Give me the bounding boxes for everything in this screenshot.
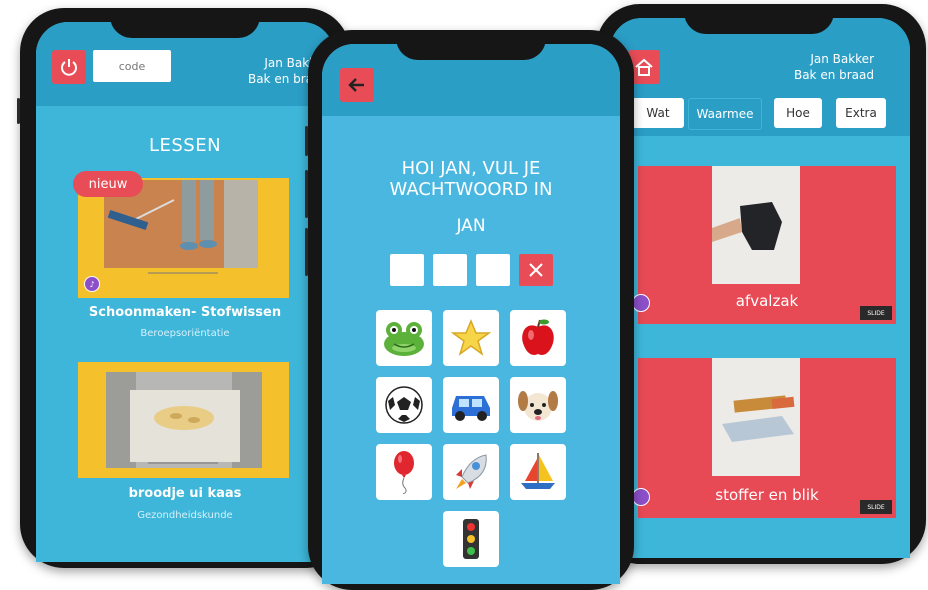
frog-icon <box>384 322 424 356</box>
power-icon <box>61 59 77 76</box>
soccer-ball-button[interactable] <box>376 377 432 433</box>
login-greeting: HOI JAN, VUL JE WACHTWOORD IN <box>322 158 620 200</box>
tab-wat[interactable]: Wat <box>632 98 684 128</box>
car-button[interactable] <box>443 377 499 433</box>
apple-button[interactable] <box>510 310 566 366</box>
tab-hoe[interactable]: Hoe <box>774 98 822 128</box>
phone-notch <box>396 30 546 60</box>
star-icon <box>451 319 491 356</box>
phone-notch <box>110 8 260 38</box>
phone-notch <box>684 4 834 34</box>
logout-button[interactable] <box>52 50 86 84</box>
phone-side-button <box>17 98 20 124</box>
rocket-icon <box>456 454 487 489</box>
rocket-button[interactable] <box>443 444 499 500</box>
greeting-line: WACHTWOORD IN <box>389 179 553 200</box>
lesson-photo <box>106 372 262 468</box>
dog-button[interactable] <box>510 377 566 433</box>
traffic-light-icon <box>463 519 479 559</box>
login-name: JAN <box>456 216 486 236</box>
close-icon <box>529 263 543 277</box>
tab-waarmee[interactable]: Waarmee <box>688 98 762 130</box>
sailboat-icon <box>521 453 555 489</box>
phone-side-button <box>305 126 308 156</box>
balloon-icon <box>394 451 414 494</box>
tab-extra[interactable]: Extra <box>836 98 886 128</box>
balloon-button[interactable] <box>376 444 432 500</box>
phone-side-button <box>305 170 308 218</box>
lesson-caption-line <box>148 462 218 464</box>
arrow-left-icon <box>348 78 364 92</box>
user-group: Bak en braad <box>793 68 874 82</box>
pin-slot <box>476 254 510 286</box>
pin-slot <box>390 254 424 286</box>
slide-badge: SLIDE <box>860 500 892 514</box>
star-button[interactable] <box>443 310 499 366</box>
lesson-subtitle: Gezondheidskunde <box>137 510 233 521</box>
phone-lessons: Jan Bakker Bak en braad LESSEN nieuw ♪ <box>17 8 350 568</box>
words-header: Jan Bakker Bak en braad Wat Waarmee Hoe … <box>610 18 910 136</box>
login-screen: HOI JAN, VUL JE WACHTWOORD IN JAN <box>322 44 620 584</box>
soccer-ball-icon <box>385 386 423 424</box>
word-card[interactable]: stoffer en blik SLIDE <box>632 358 896 518</box>
lesson-title[interactable]: broodje ui kaas <box>36 486 334 501</box>
phone-side-button <box>305 228 308 276</box>
dog-icon <box>518 391 558 421</box>
user-name: Jan Bakker <box>810 52 874 66</box>
greeting-line: HOI JAN, VUL JE <box>401 158 541 179</box>
lesson-subtitle: Beroepsoriëntatie <box>140 328 230 339</box>
phone-login: HOI JAN, VUL JE WACHTWOORD IN JAN <box>305 30 634 590</box>
slide-badge: SLIDE <box>860 306 892 320</box>
word-label: stoffer en blik <box>715 486 819 504</box>
frog-button[interactable] <box>376 310 432 366</box>
apple-icon <box>522 319 554 355</box>
word-label: afvalzak <box>735 292 799 310</box>
word-photo <box>712 358 800 476</box>
lessons-title: LESSEN <box>148 135 222 156</box>
music-note-icon: ♪ <box>84 276 100 292</box>
lesson-caption-line <box>148 272 218 274</box>
lessons-screen: Jan Bakker Bak en braad LESSEN nieuw ♪ <box>36 22 334 562</box>
phone-words: Jan Bakker Bak en braad Wat Waarmee Hoe … <box>596 4 926 564</box>
home-icon <box>635 58 653 76</box>
car-icon <box>452 396 490 421</box>
word-card[interactable]: afvalzak SLIDE <box>632 166 896 324</box>
clear-button[interactable] <box>519 254 553 286</box>
lesson-card-image[interactable] <box>78 362 289 478</box>
word-photo <box>712 166 800 284</box>
back-button[interactable] <box>340 68 374 102</box>
traffic-light-button[interactable] <box>443 511 499 567</box>
sailboat-button[interactable] <box>510 444 566 500</box>
new-badge: nieuw <box>73 171 143 197</box>
code-input[interactable] <box>93 50 171 82</box>
words-screen: Jan Bakker Bak en braad Wat Waarmee Hoe … <box>610 18 910 558</box>
lesson-title[interactable]: Schoonmaken- Stofwissen <box>36 305 334 320</box>
pin-slot <box>433 254 467 286</box>
